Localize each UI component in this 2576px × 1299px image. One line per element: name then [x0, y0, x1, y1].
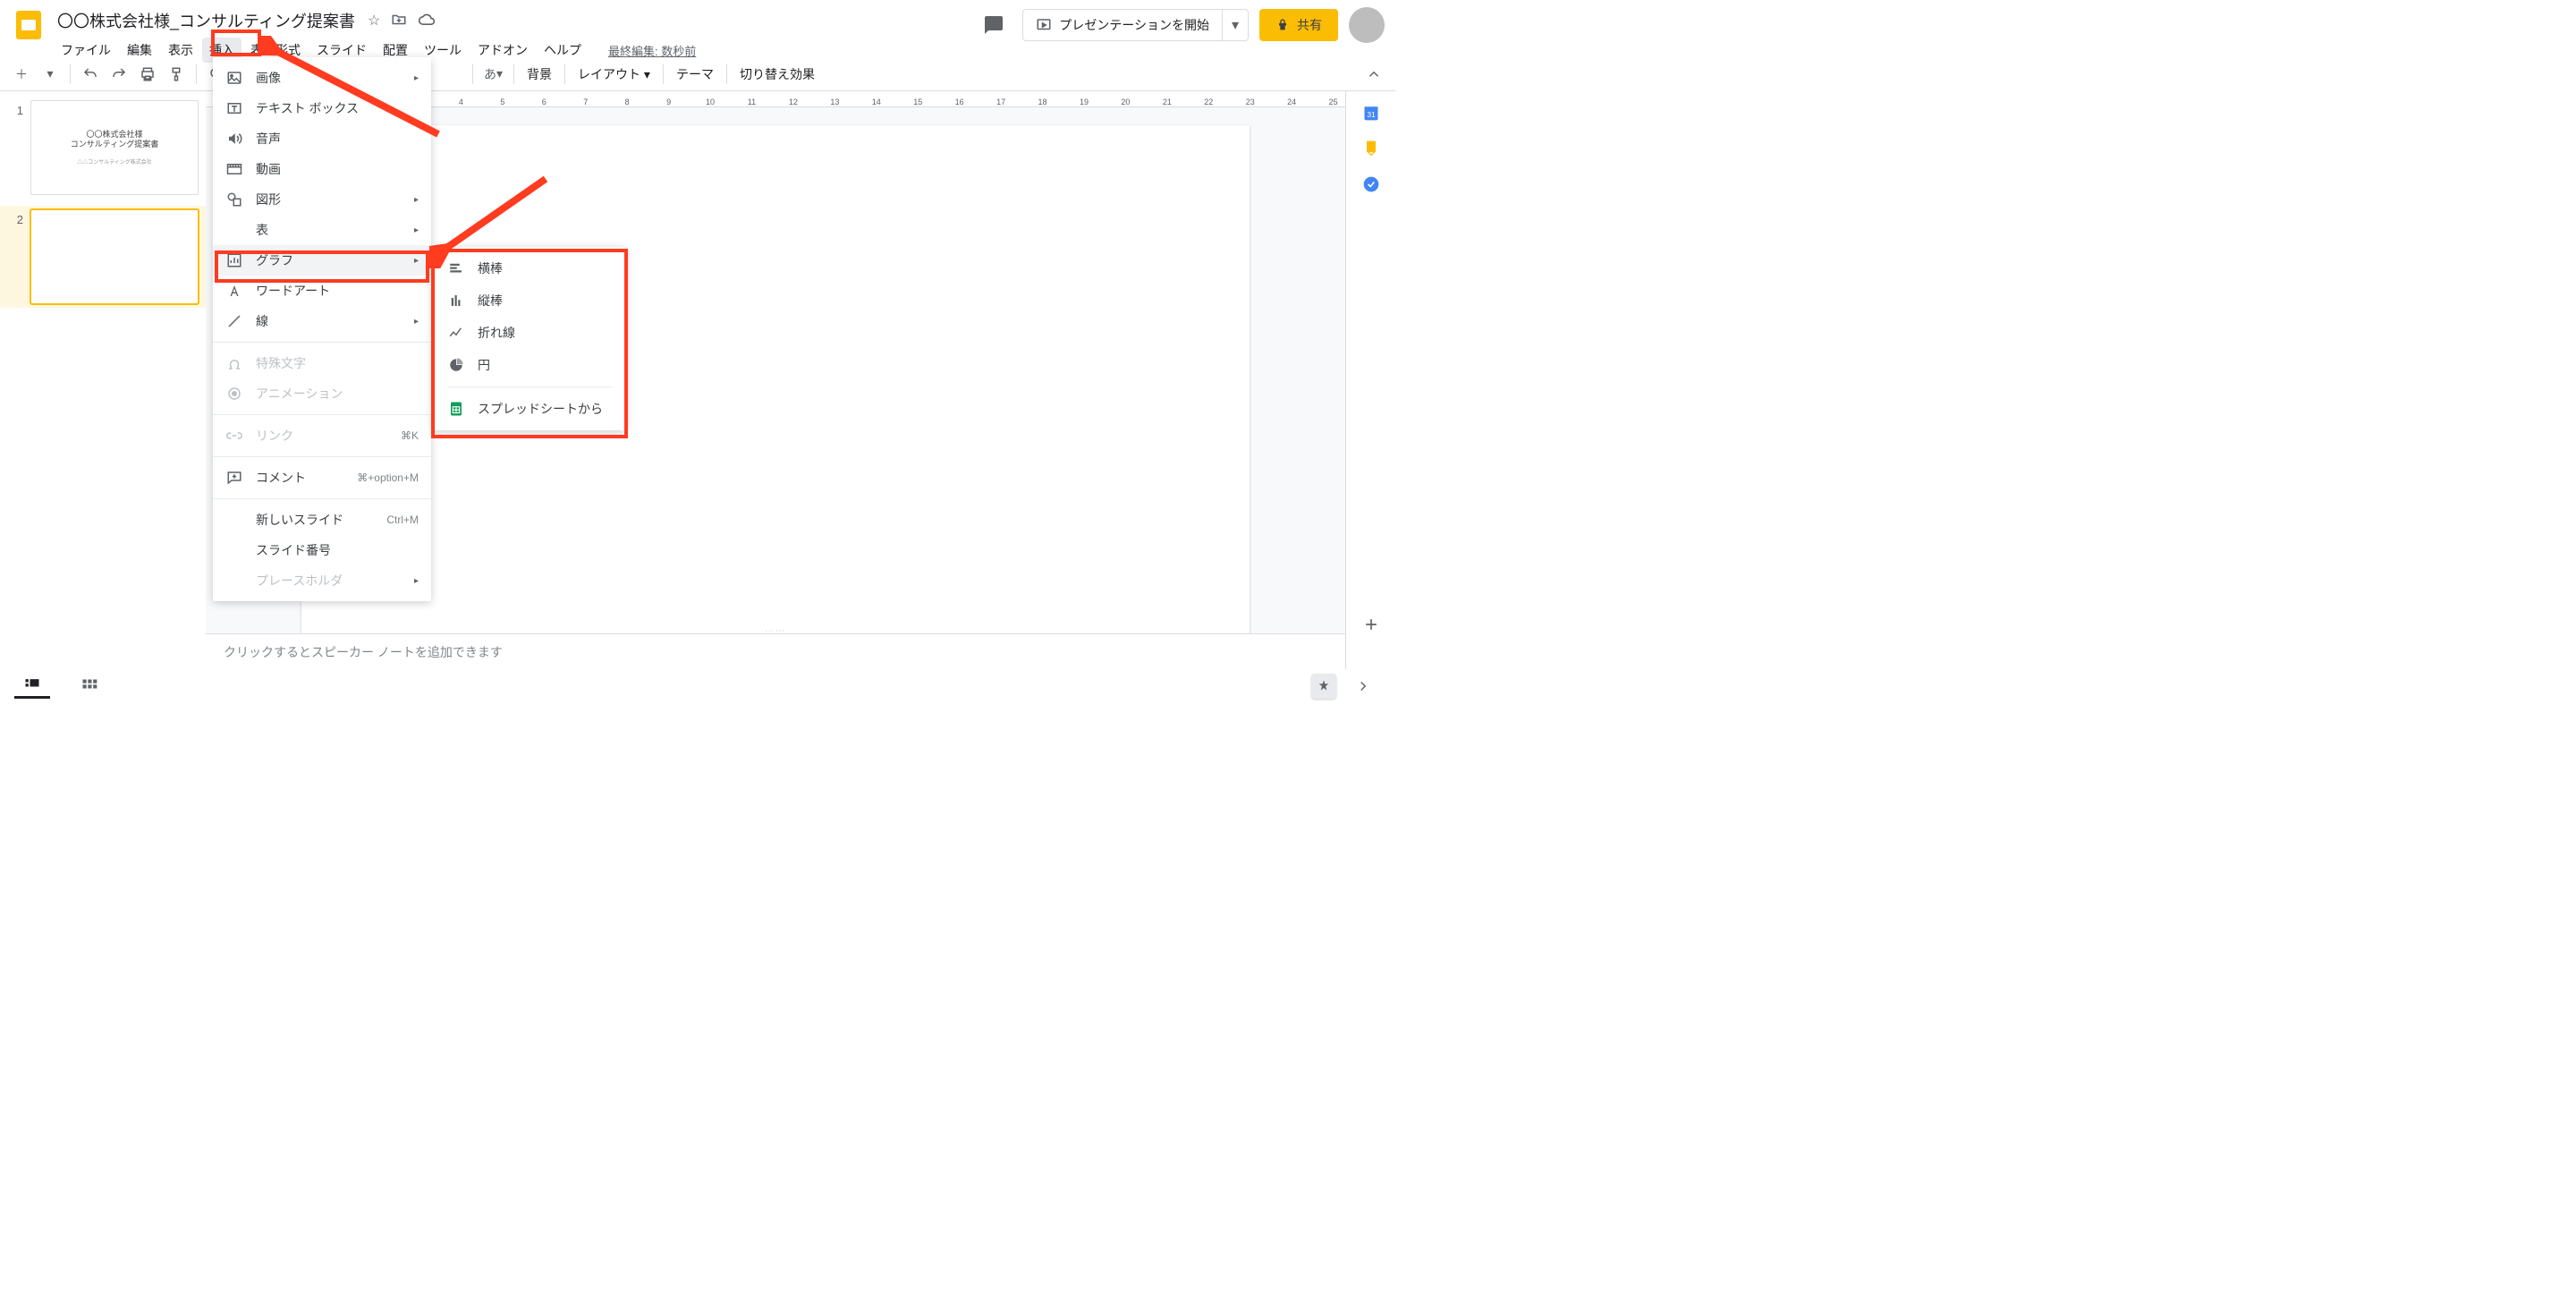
insert-placeholder-item: プレースホルダ ▸ — [213, 565, 431, 596]
redo-button[interactable] — [106, 62, 131, 87]
thumbnail-row-1[interactable]: 1 〇〇株式会社様 コンサルティング提案書 △△コンサルティング株式会社 — [7, 100, 199, 195]
undo-button[interactable] — [78, 62, 103, 87]
main-area: 1 〇〇株式会社様 コンサルティング提案書 △△コンサルティング株式会社 2 1… — [0, 91, 1395, 669]
footer-bar — [0, 669, 1395, 701]
toolbar: ＋ ▾ あ ▾ 背景 レイアウト ▾ テーマ 切り替え効果 — [0, 57, 1395, 91]
share-button[interactable]: 共有 — [1259, 9, 1338, 41]
audio-icon — [225, 130, 243, 148]
thumb-number: 2 — [7, 209, 23, 226]
insert-animation-item: アニメーション — [213, 378, 431, 409]
pie-chart-icon — [447, 356, 465, 374]
chart-submenu: 横棒 縦棒 折れ線 円 スプレッドシートから — [433, 247, 626, 430]
chart-bar-vertical-item[interactable]: 縦棒 — [433, 284, 626, 317]
chart-icon — [225, 251, 243, 269]
chart-pie-item[interactable]: 円 — [433, 349, 626, 381]
speaker-notes-placeholder: クリックするとスピーカー ノートを追加できます — [224, 643, 503, 661]
insert-new-slide-item[interactable]: 新しいスライド Ctrl+M — [213, 505, 431, 535]
present-button[interactable]: プレゼンテーションを開始 — [1023, 10, 1223, 40]
comment-icon — [225, 469, 243, 487]
move-folder-icon[interactable] — [391, 12, 407, 30]
insert-video-item[interactable]: 動画 — [213, 154, 431, 184]
insert-wordart-item[interactable]: ワードアート — [213, 276, 431, 306]
header-right: プレゼンテーションを開始 ▾ 共有 — [976, 7, 1385, 43]
insert-audio-item[interactable]: 音声 — [213, 123, 431, 154]
insert-textbox-item[interactable]: テキスト ボックス — [213, 93, 431, 123]
new-slide-dropdown[interactable]: ▾ — [38, 62, 63, 87]
account-avatar[interactable] — [1349, 7, 1385, 43]
insert-image-item[interactable]: 画像 ▸ — [213, 63, 431, 93]
chevron-right-icon: ▸ — [414, 256, 419, 266]
chevron-right-icon: ▸ — [414, 576, 419, 586]
layout-button[interactable]: レイアウト ▾ — [572, 65, 656, 83]
tasks-icon[interactable] — [1362, 175, 1380, 193]
insert-comment-item[interactable]: コメント ⌘+option+M — [213, 463, 431, 493]
thumbnail-row-2[interactable]: 2 — [0, 206, 206, 308]
star-icon[interactable]: ☆ — [368, 12, 380, 30]
video-icon — [225, 160, 243, 178]
present-button-group: プレゼンテーションを開始 ▾ — [1022, 9, 1249, 41]
shape-icon — [225, 191, 243, 208]
wordart-icon — [225, 282, 243, 300]
document-title[interactable]: 〇〇株式会社様_コンサルティング提案書 — [54, 7, 359, 34]
special-char-icon — [225, 354, 243, 372]
cloud-status-icon[interactable] — [418, 12, 436, 30]
speaker-notes[interactable]: クリックするとスピーカー ノートを追加できます — [206, 633, 1345, 669]
right-sidepanel: 31 — [1345, 91, 1395, 669]
textbox-icon — [225, 99, 243, 117]
chevron-right-icon: ▸ — [414, 317, 419, 327]
animation-icon — [225, 385, 243, 403]
print-button[interactable] — [135, 62, 160, 87]
insert-special-char-item: 特殊文字 — [213, 348, 431, 378]
app-header: 〇〇株式会社様_コンサルティング提案書 ☆ ファイル 編集 表示 挿入 表示形式… — [0, 0, 1395, 57]
add-addon-icon[interactable] — [1362, 616, 1380, 633]
input-tools-button[interactable]: あ ▾ — [480, 62, 506, 87]
insert-link-item: リンク ⌘K — [213, 420, 431, 451]
insert-shape-item[interactable]: 図形 ▸ — [213, 184, 431, 215]
grid-view-button[interactable] — [72, 674, 107, 699]
slide-thumbnail-1[interactable]: 〇〇株式会社様 コンサルティング提案書 △△コンサルティング株式会社 — [30, 100, 199, 195]
thumb-number: 1 — [7, 100, 23, 117]
paint-format-button[interactable] — [164, 62, 189, 87]
present-label: プレゼンテーションを開始 — [1059, 16, 1209, 34]
share-label: 共有 — [1297, 16, 1322, 34]
chevron-right-icon: ▸ — [414, 195, 419, 205]
insert-dropdown-menu: 画像 ▸ テキスト ボックス 音声 動画 図形 ▸ 表 ▸ グラフ ▸ ワードア… — [213, 57, 431, 601]
chart-line-item[interactable]: 折れ線 — [433, 317, 626, 349]
last-edit-link[interactable]: 最終編集: 数秒前 — [608, 42, 696, 59]
line-icon — [225, 312, 243, 330]
collapse-toolbar-button[interactable] — [1361, 62, 1386, 87]
keep-icon[interactable] — [1362, 140, 1380, 157]
explore-button[interactable] — [1311, 674, 1336, 699]
title-area: 〇〇株式会社様_コンサルティング提案書 ☆ ファイル 編集 表示 挿入 表示形式… — [54, 7, 976, 63]
present-dropdown-button[interactable]: ▾ — [1223, 10, 1248, 40]
bar-vertical-icon — [447, 292, 465, 310]
link-icon — [225, 427, 243, 445]
chevron-right-icon: ▸ — [414, 73, 419, 83]
image-icon — [225, 69, 243, 87]
bar-horizontal-icon — [447, 259, 465, 277]
chart-from-sheets-item[interactable]: スプレッドシートから — [433, 393, 626, 425]
insert-line-item[interactable]: 線 ▸ — [213, 306, 431, 336]
background-button[interactable]: 背景 — [521, 65, 557, 83]
filmstrip-view-button[interactable] — [14, 674, 50, 699]
title-action-icons: ☆ — [368, 12, 436, 30]
insert-chart-item[interactable]: グラフ ▸ — [213, 245, 431, 276]
show-sidepanel-button[interactable] — [1345, 674, 1381, 699]
theme-button[interactable]: テーマ — [671, 65, 719, 83]
svg-text:31: 31 — [1367, 110, 1376, 119]
open-comments-button[interactable] — [976, 7, 1012, 43]
transition-button[interactable]: 切り替え効果 — [734, 65, 820, 83]
slide-thumbnail-panel[interactable]: 1 〇〇株式会社様 コンサルティング提案書 △△コンサルティング株式会社 2 — [0, 91, 206, 669]
sheets-icon — [447, 400, 465, 418]
insert-table-item[interactable]: 表 ▸ — [213, 215, 431, 245]
chart-bar-horizontal-item[interactable]: 横棒 — [433, 252, 626, 284]
slides-app-icon[interactable] — [11, 7, 47, 43]
insert-slide-number-item[interactable]: スライド番号 — [213, 535, 431, 565]
line-chart-icon — [447, 324, 465, 342]
slide-thumbnail-2[interactable] — [30, 209, 199, 304]
new-slide-button[interactable]: ＋ — [9, 62, 34, 87]
calendar-icon[interactable]: 31 — [1362, 104, 1380, 122]
chevron-right-icon: ▸ — [414, 225, 419, 235]
